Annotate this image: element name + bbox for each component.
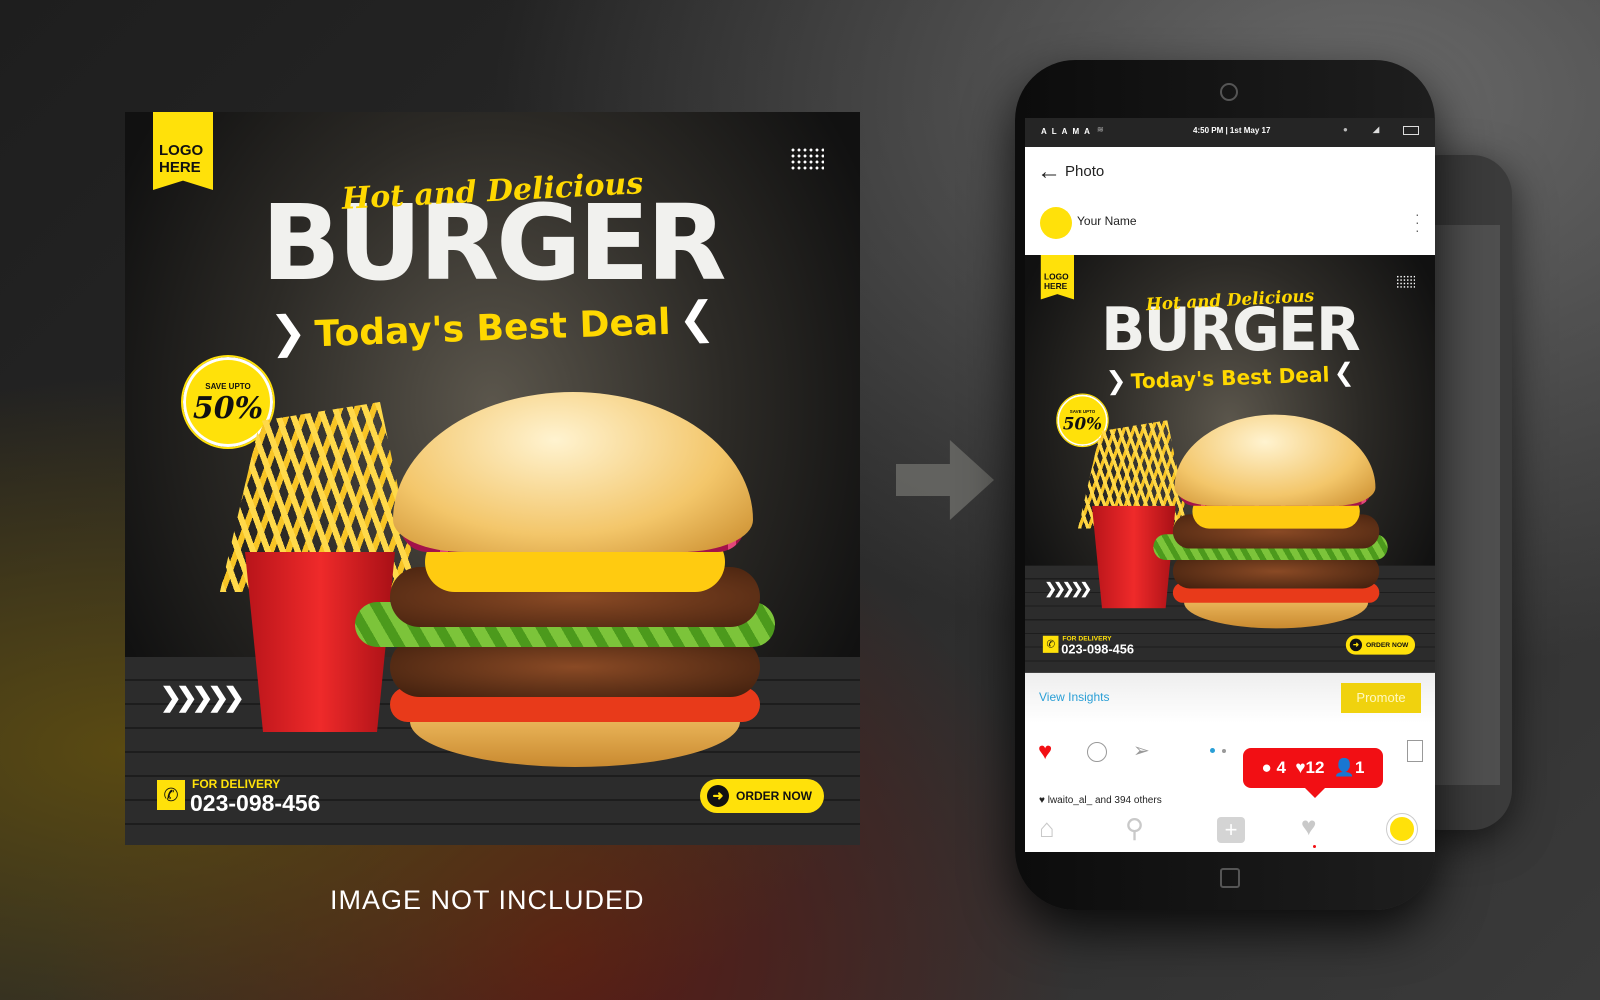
avatar[interactable]	[1040, 207, 1072, 239]
logo-placeholder: LOGO HERE	[1040, 255, 1075, 300]
comments-count: 4	[1276, 758, 1286, 777]
carousel-dot	[1210, 748, 1215, 753]
chevrons-icon: ❯❯❯❯❯	[160, 682, 245, 712]
search-icon[interactable]: ⚲	[1125, 813, 1144, 844]
phone-icon: ✆	[157, 780, 185, 810]
likes-count: 12	[1305, 758, 1325, 777]
post-image: LOGO HERE BURGER Hot and Delicious ❯ Toda…	[1025, 255, 1435, 673]
carrier: ALAMA	[1041, 127, 1095, 136]
share-icon[interactable]: ➢	[1133, 738, 1150, 763]
page-title: Photo	[1065, 163, 1105, 180]
profile-tab-avatar[interactable]	[1386, 813, 1418, 845]
phone-screen: ALAMA ≋ 4:50 PM | 1st May 17 ● ◢ ← Photo…	[1025, 118, 1435, 852]
like-heart-icon[interactable]: ♥	[1038, 738, 1052, 766]
carousel-dot	[1222, 749, 1226, 753]
save-value: 50%	[192, 391, 264, 426]
clock-icon: ●	[1343, 125, 1348, 134]
order-now-label: ORDER NOW	[1365, 640, 1409, 649]
status-bar: ALAMA ≋ 4:50 PM | 1st May 17 ● ◢	[1025, 118, 1435, 147]
save-value: 50%	[1062, 414, 1103, 434]
logo-placeholder: LOGO HERE	[153, 112, 213, 190]
status-time: 4:50 PM | 1st May 17	[1193, 126, 1271, 135]
burger-promo-poster: LOGO HERE BURGER Hot and Delicious ❯ Toda…	[125, 112, 860, 845]
arrow-right-icon: ➜	[707, 785, 729, 807]
comment-icon[interactable]	[1087, 742, 1107, 762]
deal-text: Today's Best Deal	[1130, 363, 1330, 394]
arrow-right-icon: ➜	[1349, 638, 1363, 652]
view-insights-link[interactable]: View Insights	[1039, 690, 1109, 704]
more-options-icon[interactable]: · · ·	[1415, 207, 1420, 237]
deal-text: Today's Best Deal	[314, 301, 672, 356]
phone-icon: ✆	[1042, 635, 1059, 653]
bookmark-icon[interactable]	[1407, 740, 1423, 762]
delivery-label: FOR DELIVERY	[192, 777, 281, 791]
notification-bubble: ● 4 ♥12 👤1	[1243, 748, 1383, 798]
promote-button[interactable]: Promote	[1341, 683, 1421, 713]
wifi-icon: ≋	[1097, 125, 1104, 134]
save-label: SAVE UPTO	[205, 382, 251, 391]
username[interactable]: Your Name	[1077, 214, 1137, 228]
likes-summary: ♥ lwaito_al_ and 394 others	[1039, 795, 1162, 806]
add-post-icon[interactable]: +	[1217, 817, 1245, 843]
home-hardware-button[interactable]	[1220, 868, 1240, 888]
arrow-right-icon	[896, 440, 994, 520]
burger-bun-top	[1174, 414, 1376, 506]
back-arrow-icon[interactable]: ←	[1037, 158, 1061, 186]
activity-heart-icon[interactable]: ♥	[1301, 811, 1316, 842]
order-now-label: ORDER NOW	[736, 789, 812, 803]
likes-text: lwaito_al_ and 394 others	[1047, 795, 1162, 806]
delivery-phone: 023-098-456	[1061, 641, 1135, 657]
burger-bun-top	[393, 392, 753, 552]
heart-icon: ♥	[1295, 758, 1306, 777]
battery-icon	[1403, 126, 1419, 135]
comment-icon: ●	[1261, 758, 1272, 777]
order-now-button[interactable]: ➜ ORDER NOW	[1345, 635, 1416, 655]
signal-icon: ◢	[1373, 125, 1380, 134]
camera-icon	[1220, 83, 1238, 101]
person-icon: 👤	[1333, 758, 1356, 777]
followers-count: 1	[1355, 758, 1365, 777]
order-now-button[interactable]: ➜ ORDER NOW	[700, 779, 824, 813]
post-poster-preview: LOGO HERE BURGER Hot and Delicious ❯ Toda…	[1025, 255, 1435, 673]
chevrons-icon: ❯❯❯❯❯	[1044, 579, 1092, 597]
home-icon[interactable]: ⌂	[1039, 813, 1055, 844]
caption: IMAGE NOT INCLUDED	[330, 885, 645, 915]
delivery-phone: 023-098-456	[190, 790, 321, 816]
